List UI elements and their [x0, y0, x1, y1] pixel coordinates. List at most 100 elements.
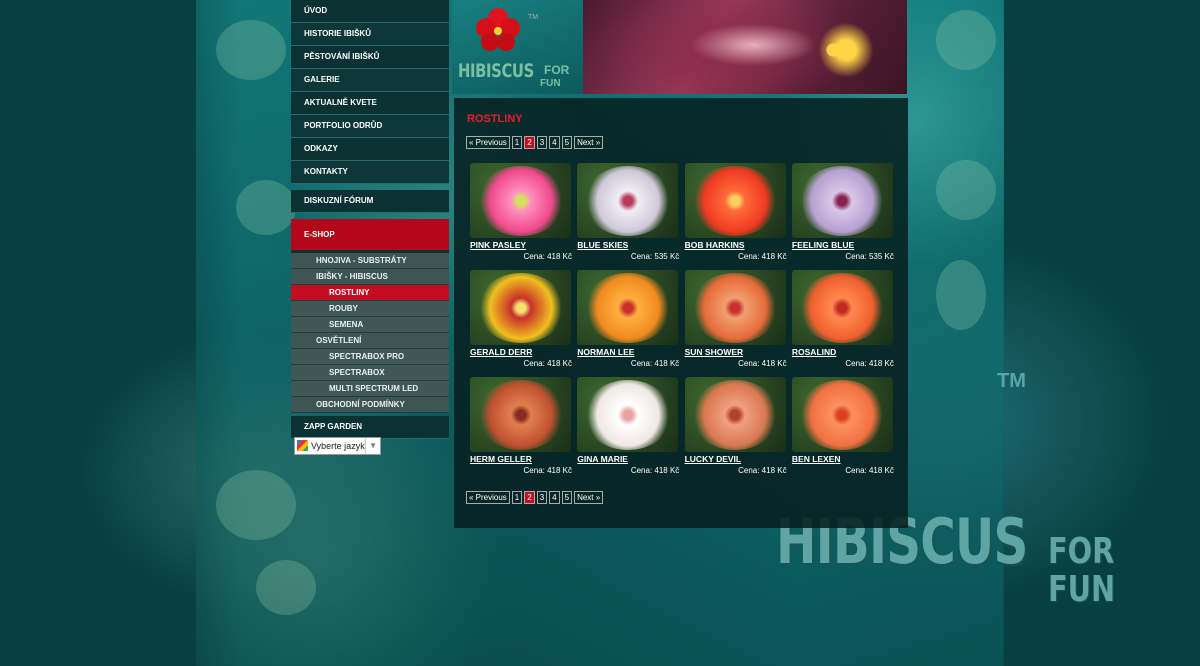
product-card[interactable]: PINK PASLEY Cena: 418 Kč: [470, 163, 572, 262]
submenu-item[interactable]: OBCHODNÍ PODMÍNKY: [291, 397, 449, 413]
banner-stamen: [806, 20, 886, 80]
content-panel: ROSTLINY « Previous 1 2 3 4 5 Next » PINK PASL…: [454, 98, 908, 528]
pager-next-button[interactable]: Next »: [574, 136, 604, 149]
pager-page-button[interactable]: 4: [549, 136, 560, 149]
product-image[interactable]: [791, 163, 893, 238]
product-card[interactable]: ROSALIND Cena: 418 Kč: [791, 270, 894, 369]
product-card[interactable]: SUN SHOWER Cena: 418 Kč: [684, 270, 787, 369]
nav-item[interactable]: KONTAKTY: [291, 161, 449, 184]
product-image[interactable]: [577, 270, 679, 345]
language-select[interactable]: Vyberte jazyk ▼: [294, 437, 381, 455]
pager-page-button[interactable]: 5: [561, 491, 573, 504]
logo-fun-text: FUN: [540, 78, 561, 89]
product-name-link[interactable]: GERALD DERR: [470, 347, 572, 358]
submenu-item[interactable]: ROSTLINY: [291, 285, 449, 301]
pager-page-button[interactable]: 1: [511, 491, 523, 504]
hibiscus-logo-icon: [476, 8, 520, 51]
product-image[interactable]: [684, 377, 786, 452]
product-price: Cena: 418 Kč: [630, 359, 680, 368]
product-price: Cena: 535 Kč: [630, 252, 680, 261]
page-title: ROSTLINY: [467, 113, 523, 125]
product-price: Cena: 418 Kč: [845, 466, 894, 475]
nav-item[interactable]: ODKAZY: [291, 138, 449, 161]
google-translate-icon: [297, 440, 308, 451]
submenu-item[interactable]: HNOJIVA - SUBSTRÁTY: [291, 253, 449, 269]
nav-item-forum[interactable]: DISKUZNÍ FÓRUM: [291, 190, 449, 213]
product-name-link[interactable]: PINK PASLEY: [470, 240, 572, 251]
product-card[interactable]: NORMAN LEE Cena: 418 Kč: [577, 270, 679, 369]
product-price: Cena: 418 Kč: [738, 466, 787, 475]
pagination-bottom: « Previous 1 2 3 4 5 Next »: [466, 491, 605, 504]
submenu-item[interactable]: SEMENA: [291, 317, 449, 333]
product-name-link[interactable]: BLUE SKIES: [577, 240, 679, 251]
pager-previous-button[interactable]: « Previous: [466, 491, 510, 504]
product-image[interactable]: [791, 377, 893, 452]
product-price: Cena: 418 Kč: [738, 359, 787, 368]
product-card[interactable]: GINA MARIE Cena: 418 Kč: [577, 377, 679, 476]
submenu-item[interactable]: SPECTRABOX PRO: [291, 349, 449, 365]
pager-previous-button[interactable]: « Previous: [466, 136, 510, 149]
pager-page-button[interactable]: 3: [536, 136, 548, 149]
product-name-link[interactable]: GINA MARIE: [577, 454, 679, 465]
product-name-link[interactable]: NORMAN LEE: [577, 347, 679, 358]
product-card[interactable]: BLUE SKIES Cena: 535 Kč: [577, 163, 679, 262]
product-price: Cena: 418 Kč: [845, 359, 894, 368]
product-price: Cena: 535 Kč: [845, 252, 894, 261]
product-card[interactable]: BEN LEXEN Cena: 418 Kč: [791, 377, 894, 476]
product-price: Cena: 418 Kč: [738, 252, 787, 261]
product-image[interactable]: [470, 270, 571, 345]
submenu-item[interactable]: OSVĚTLENÍ: [291, 333, 449, 349]
pager-page-button[interactable]: 1: [511, 136, 523, 149]
nav-item[interactable]: AKTUALNĚ KVETE: [291, 92, 449, 115]
product-card[interactable]: FEELING BLUE Cena: 535 Kč: [791, 163, 894, 262]
logo-tm: TM: [528, 14, 539, 21]
product-name-link[interactable]: LUCKY DEVIL: [685, 454, 787, 465]
product-price: Cena: 418 Kč: [523, 359, 572, 368]
nav-item[interactable]: ÚVOD: [291, 0, 449, 23]
product-price: Cena: 418 Kč: [630, 466, 680, 475]
logo-for-text: FOR: [544, 63, 570, 77]
product-card[interactable]: HERM GELLER Cena: 418 Kč: [470, 377, 572, 476]
watermark-for-fun: FOR FUN: [1048, 531, 1116, 610]
product-name-link[interactable]: HERM GELLER: [470, 454, 572, 465]
product-price: Cena: 418 Kč: [523, 252, 572, 261]
nav-item[interactable]: HISTORIE IBIŠKŮ: [291, 23, 449, 46]
pager-next-button[interactable]: Next »: [574, 491, 604, 504]
nav-item[interactable]: PORTFOLIO ODRŮD: [291, 115, 449, 138]
nav-item[interactable]: GALERIE: [291, 69, 449, 92]
product-name-link[interactable]: BEN LEXEN: [792, 454, 894, 465]
nav-item[interactable]: PĚSTOVÁNÍ IBIŠKŮ: [291, 46, 449, 69]
watermark-tm: TM: [997, 370, 1026, 392]
product-image[interactable]: [577, 377, 679, 452]
submenu-item[interactable]: IBIŠKY - HIBISCUS: [291, 269, 449, 285]
product-card[interactable]: GERALD DERR Cena: 418 Kč: [470, 270, 572, 369]
product-name-link[interactable]: FEELING BLUE: [792, 240, 894, 251]
submenu-item[interactable]: MULTI SPECTRUM LED: [291, 381, 449, 397]
product-image[interactable]: [470, 163, 571, 238]
submenu-item[interactable]: SPECTRABOX: [291, 365, 449, 381]
nav-item-eshop[interactable]: E-SHOP: [291, 219, 449, 250]
pager-page-button[interactable]: 2: [524, 491, 535, 504]
pager-page-button[interactable]: 3: [536, 491, 548, 504]
product-image[interactable]: [791, 270, 893, 345]
product-image[interactable]: [470, 377, 571, 452]
pager-page-button[interactable]: 5: [561, 136, 573, 149]
logo-hibiscus-text: HIBISCUS: [458, 60, 534, 82]
product-image[interactable]: [684, 163, 786, 238]
product-image[interactable]: [577, 163, 679, 238]
pager-page-button[interactable]: 2: [524, 136, 535, 149]
chevron-down-icon: ▼: [365, 438, 377, 454]
product-name-link[interactable]: ROSALIND: [792, 347, 894, 358]
pagination-top: « Previous 1 2 3 4 5 Next »: [466, 136, 605, 149]
product-name-link[interactable]: SUN SHOWER: [685, 347, 787, 358]
submenu-item[interactable]: ROUBY: [291, 301, 449, 317]
pager-page-button[interactable]: 4: [549, 491, 560, 504]
product-card[interactable]: BOB HARKINS Cena: 418 Kč: [684, 163, 787, 262]
product-card[interactable]: LUCKY DEVIL Cena: 418 Kč: [684, 377, 787, 476]
product-name-link[interactable]: BOB HARKINS: [685, 240, 787, 251]
product-image[interactable]: [684, 270, 786, 345]
language-select-label: Vyberte jazyk: [311, 441, 365, 451]
nav-item-zapp-garden[interactable]: ZAPP GARDEN: [291, 416, 449, 439]
product-price: Cena: 418 Kč: [523, 466, 572, 475]
main-navigation: ÚVOD HISTORIE IBIŠKŮ PĚSTOVÁNÍ IBIŠKŮ GALER…: [291, 0, 449, 439]
